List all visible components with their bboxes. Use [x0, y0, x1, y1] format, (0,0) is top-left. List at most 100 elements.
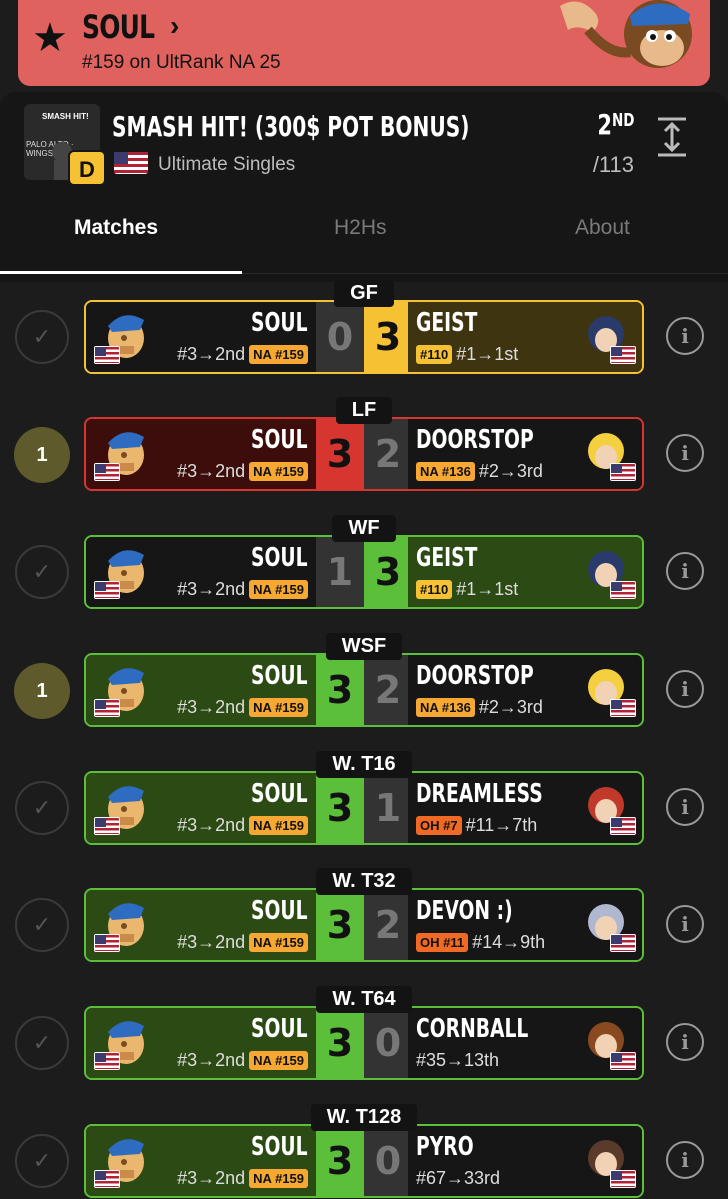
player-banner[interactable]: ★ SOUL › #159 on UltRank NA 25: [18, 0, 710, 86]
player-score: 1: [316, 537, 364, 607]
player-meta: #3→2nd NA #159: [177, 815, 308, 836]
match-row[interactable]: ✓ SOUL #3→2nd NA #159 3 1 DREAMLESS OH #…: [0, 751, 728, 861]
player-score: 3: [316, 1008, 364, 1078]
match-card[interactable]: SOUL #3→2nd NA #159 0 3 GEIST #110 #1→1s…: [84, 300, 644, 374]
player-name: SOUL: [82, 8, 155, 46]
opponent-score: 3: [364, 302, 412, 372]
player-seed: #3→2nd: [177, 579, 246, 599]
player-meta: #3→2nd NA #159: [177, 579, 308, 600]
check-icon[interactable]: ✓: [15, 781, 69, 835]
round-label: LF: [0, 397, 728, 424]
player-side: SOUL #3→2nd NA #159: [86, 1008, 316, 1078]
opponent-rank-tag: NA #136: [416, 698, 475, 717]
player-name: SOUL: [251, 543, 308, 573]
expand-icon[interactable]: [654, 116, 690, 158]
match-card[interactable]: SOUL #3→2nd NA #159 3 2 DOORSTOP NA #136…: [84, 653, 644, 727]
match-row[interactable]: ✓ SOUL #3→2nd NA #159 0 3 GEIST #110 #1→…: [0, 280, 728, 390]
opponent-meta: OH #7 #11→7th: [416, 815, 537, 836]
player-score: 0: [316, 302, 364, 372]
tab-bar: Matches H2Hs About: [0, 212, 728, 274]
match-row[interactable]: 1 SOUL #3→2nd NA #159 3 2 DOORSTOP NA #1…: [0, 397, 728, 507]
tournament-title: SMASH HIT! (300$ POT BONUS): [112, 110, 470, 143]
opponent-meta: #110 #1→1st: [416, 344, 518, 365]
opponent-avatar: [578, 425, 636, 483]
player-rank-tag: NA #159: [249, 1051, 308, 1070]
tab-about[interactable]: About: [575, 216, 630, 240]
comment-count-badge[interactable]: 1: [14, 427, 70, 483]
opponent-avatar: [578, 1014, 636, 1072]
player-rank-tag: NA #159: [249, 462, 308, 481]
round-label: WSF: [0, 633, 728, 660]
us-flag-icon: [94, 1052, 120, 1070]
match-row[interactable]: 1 SOUL #3→2nd NA #159 3 2 DOORSTOP NA #1…: [0, 633, 728, 743]
info-icon[interactable]: i: [666, 1141, 704, 1179]
opponent-meta: NA #136 #2→3rd: [416, 697, 543, 718]
player-seed: #3→2nd: [177, 697, 246, 717]
match-row[interactable]: ✓ SOUL #3→2nd NA #159 1 3 GEIST #110 #1→…: [0, 515, 728, 625]
match-card[interactable]: SOUL #3→2nd NA #159 3 1 DREAMLESS OH #7 …: [84, 771, 644, 845]
check-icon[interactable]: ✓: [15, 545, 69, 599]
info-icon[interactable]: i: [666, 552, 704, 590]
info-icon[interactable]: i: [666, 670, 704, 708]
round-label: W. T32: [0, 868, 728, 895]
info-icon[interactable]: i: [666, 434, 704, 472]
player-side: SOUL #3→2nd NA #159: [86, 1126, 316, 1196]
info-icon[interactable]: i: [666, 1023, 704, 1061]
placement-number: 2: [596, 108, 612, 141]
check-icon[interactable]: ✓: [15, 898, 69, 952]
player-meta: #3→2nd NA #159: [177, 1168, 308, 1189]
round-label: WF: [0, 515, 728, 542]
player-seed: #3→2nd: [177, 815, 246, 835]
player-seed: #3→2nd: [177, 1050, 246, 1070]
match-card[interactable]: SOUL #3→2nd NA #159 3 2 DEVON :) OH #11 …: [84, 888, 644, 962]
player-avatar: [94, 308, 152, 366]
opponent-meta: #35→13th: [416, 1050, 499, 1071]
player-seed: #3→2nd: [177, 1168, 246, 1188]
opponent-name: DREAMLESS: [416, 779, 543, 809]
match-card[interactable]: SOUL #3→2nd NA #159 3 0 CORNBALL #35→13t…: [84, 1006, 644, 1080]
opponent-side: GEIST #110 #1→1st: [408, 537, 642, 607]
check-icon[interactable]: ✓: [15, 1134, 69, 1188]
player-rank-tag: NA #159: [249, 1169, 308, 1188]
active-tab-indicator: [0, 271, 242, 274]
opponent-name: GEIST: [416, 308, 478, 338]
player-score: 3: [316, 1126, 364, 1196]
info-icon[interactable]: i: [666, 788, 704, 826]
opponent-name: DOORSTOP: [416, 661, 534, 691]
entrant-total: /113: [592, 152, 634, 177]
us-flag-icon: [94, 1170, 120, 1188]
player-rank-tag: NA #159: [249, 698, 308, 717]
opponent-rank-tag: #110: [416, 345, 453, 364]
match-row[interactable]: ✓ SOUL #3→2nd NA #159 3 0 CORNBALL #35→1…: [0, 986, 728, 1096]
player-avatar: [94, 543, 152, 601]
match-row[interactable]: ✓ SOUL #3→2nd NA #159 3 2 DEVON :) OH #1…: [0, 868, 728, 978]
opponent-meta: NA #136 #2→3rd: [416, 461, 543, 482]
match-card[interactable]: SOUL #3→2nd NA #159 1 3 GEIST #110 #1→1s…: [84, 535, 644, 609]
us-flag-icon: [610, 699, 636, 717]
round-label: W. T128: [0, 1104, 728, 1131]
opponent-rank-tag: OH #11: [416, 933, 469, 952]
opponent-rank-tag: NA #136: [416, 462, 475, 481]
tier-badge: D: [68, 150, 106, 186]
us-flag-icon: [610, 1052, 636, 1070]
player-name: SOUL: [251, 425, 308, 455]
us-flag-icon: [94, 463, 120, 481]
us-flag-icon: [610, 581, 636, 599]
info-icon[interactable]: i: [666, 905, 704, 943]
match-card[interactable]: SOUL #3→2nd NA #159 3 2 DOORSTOP NA #136…: [84, 417, 644, 491]
star-icon[interactable]: ★: [32, 18, 68, 58]
tab-h2hs[interactable]: H2Hs: [334, 216, 387, 240]
us-flag-icon: [94, 346, 120, 364]
opponent-avatar: [578, 1132, 636, 1190]
opponent-avatar: [578, 308, 636, 366]
player-avatar: [94, 1132, 152, 1190]
comment-count-badge[interactable]: 1: [14, 663, 70, 719]
chevron-right-icon: ›: [170, 10, 180, 41]
match-row[interactable]: ✓ SOUL #3→2nd NA #159 3 0 PYRO #67→33rd: [0, 1104, 728, 1199]
check-icon[interactable]: ✓: [15, 310, 69, 364]
info-icon[interactable]: i: [666, 317, 704, 355]
check-icon[interactable]: ✓: [15, 1016, 69, 1070]
player-score: 3: [316, 419, 364, 489]
tab-matches[interactable]: Matches: [74, 216, 158, 240]
match-card[interactable]: SOUL #3→2nd NA #159 3 0 PYRO #67→33rd: [84, 1124, 644, 1198]
